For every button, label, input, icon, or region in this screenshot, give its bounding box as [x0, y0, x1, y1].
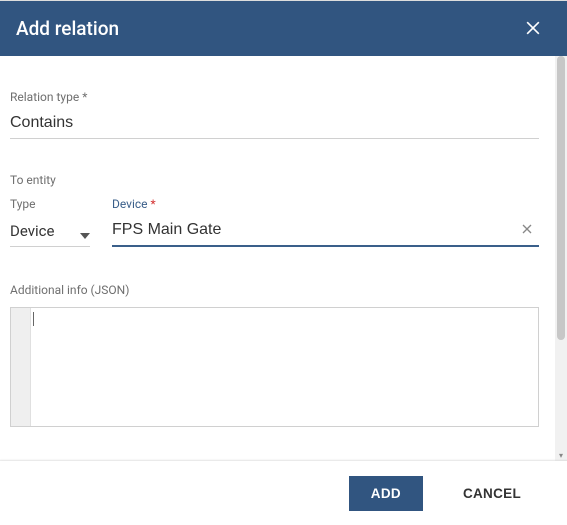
clear-device-button[interactable] — [517, 219, 537, 239]
add-button[interactable]: ADD — [349, 476, 423, 511]
add-relation-dialog: Add relation Relation type * To entity T… — [0, 0, 567, 525]
vertical-scrollbar[interactable]: ▾ — [555, 56, 567, 461]
scroll-area: Relation type * To entity Type Device — [0, 56, 555, 461]
dialog-body: Relation type * To entity Type Device — [0, 56, 567, 461]
additional-info-editor[interactable] — [10, 307, 539, 427]
type-select-value: Device — [10, 222, 54, 240]
type-label: Type — [10, 197, 90, 211]
additional-info-label: Additional info (JSON) — [10, 283, 539, 297]
to-entity-row: Type Device Device * — [10, 197, 539, 247]
device-input[interactable] — [112, 217, 539, 245]
device-label-text: Device — [112, 197, 148, 211]
clear-icon — [519, 221, 535, 237]
relation-type-input[interactable] — [10, 110, 539, 139]
footer-divider — [0, 0, 567, 1]
editor-cursor — [33, 312, 34, 326]
close-button[interactable] — [515, 10, 551, 46]
cancel-button[interactable]: CANCEL — [441, 476, 543, 511]
device-label: Device * — [112, 197, 539, 211]
scrollbar-down-arrow[interactable]: ▾ — [555, 449, 567, 461]
dialog-title: Add relation — [16, 17, 119, 40]
device-required-mark: * — [151, 197, 156, 211]
dialog-footer: ADD CANCEL — [0, 461, 567, 525]
device-column: Device * — [112, 197, 539, 247]
scrollbar-thumb[interactable] — [557, 56, 565, 340]
relation-type-required-mark: * — [82, 90, 87, 104]
close-icon — [523, 18, 543, 38]
relation-type-field: Relation type * — [10, 90, 539, 139]
editor-gutter — [11, 308, 31, 426]
to-entity-label: To entity — [10, 173, 539, 187]
chevron-down-icon — [80, 225, 90, 243]
additional-info-field: Additional info (JSON) — [10, 283, 539, 427]
type-select[interactable]: Device — [10, 217, 90, 247]
dialog-titlebar: Add relation — [0, 0, 567, 56]
device-input-wrap — [112, 217, 539, 247]
relation-type-label-text: Relation type — [10, 90, 79, 104]
relation-type-label: Relation type * — [10, 90, 539, 104]
type-column: Type Device — [10, 197, 90, 247]
